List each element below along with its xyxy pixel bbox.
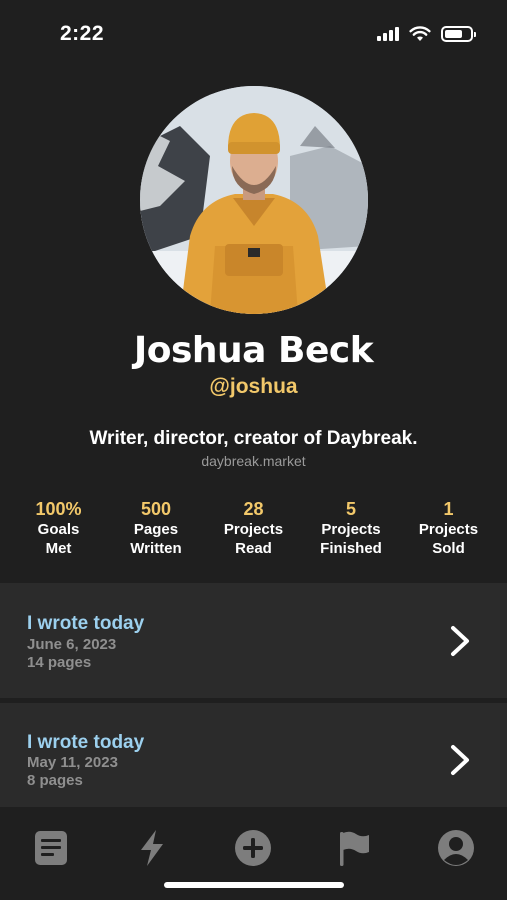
stat-projects-read: 28 Projects Read <box>205 498 302 558</box>
status-bar: 2:22 <box>0 0 507 70</box>
profile-website-link[interactable]: daybreak.market <box>0 453 507 469</box>
activity-pages: 8 pages <box>27 772 83 789</box>
lightning-icon[interactable] <box>132 828 172 868</box>
stat-projects-finished: 5 Projects Finished <box>303 498 400 558</box>
stat-projects-sold: 1 Projects Sold <box>400 498 497 558</box>
profile-avatar[interactable] <box>140 86 368 314</box>
stat-label: Read <box>235 540 272 557</box>
stat-goals-met: 100% Goals Met <box>10 498 107 558</box>
stat-label: Projects <box>321 521 381 538</box>
profile-handle: @joshua <box>209 375 298 398</box>
avatar-photo <box>140 86 368 314</box>
stat-value: 500 <box>140 499 172 519</box>
activity-date: May 11, 2023 <box>27 754 118 771</box>
profile-bio: Writer, director, creator of Daybreak. <box>89 428 418 449</box>
stat-label: Finished <box>320 540 382 557</box>
activity-date: June 6, 2023 <box>27 636 117 653</box>
activity-card[interactable]: I wrote today June 6, 2023 14 pages <box>0 583 507 698</box>
home-indicator[interactable] <box>164 882 344 888</box>
profile-icon[interactable] <box>436 828 476 868</box>
document-icon[interactable] <box>31 828 71 868</box>
profile-name: Joshua Beck <box>133 330 374 371</box>
stat-label: Met <box>45 540 72 557</box>
stat-value: 28 <box>243 499 264 519</box>
stat-value: 5 <box>345 499 356 519</box>
stat-value: 1 <box>443 499 454 519</box>
activity-title: I wrote today <box>27 613 145 634</box>
cellular-signal-icon <box>377 27 399 41</box>
stat-label: Projects <box>223 521 284 538</box>
stat-value: 100% <box>35 499 82 519</box>
stat-label: Pages <box>133 521 179 538</box>
activity-card[interactable]: I wrote today May 11, 2023 8 pages <box>0 703 507 807</box>
plus-circle-icon[interactable] <box>233 828 273 868</box>
stat-label: Sold <box>432 540 465 557</box>
status-icons <box>377 26 476 42</box>
flag-icon[interactable] <box>334 828 374 868</box>
wifi-icon <box>409 26 431 41</box>
status-time: 2:22 <box>60 22 105 45</box>
battery-icon <box>441 26 476 42</box>
stat-label: Goals <box>37 521 80 538</box>
stat-label: Projects <box>418 521 479 538</box>
stat-pages-written: 500 Pages Written <box>108 498 205 558</box>
stat-label: Written <box>130 540 182 557</box>
stats-row: 100% Goals Met 500 Pages Written 28 Proj… <box>10 498 497 558</box>
activity-title: I wrote today <box>27 732 145 753</box>
chevron-right-icon <box>451 626 469 656</box>
activity-pages: 14 pages <box>27 654 92 671</box>
chevron-right-icon <box>451 745 469 775</box>
battery-level <box>445 30 462 38</box>
